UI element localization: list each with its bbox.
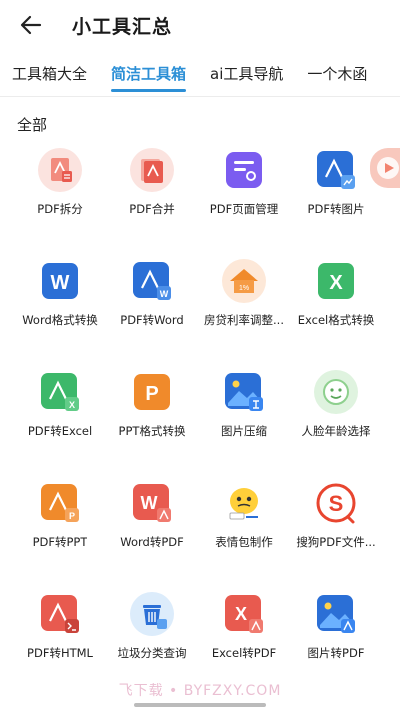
svg-text:W: W [160,289,169,299]
tab-divider [0,96,400,97]
ppt-icon: P [130,370,174,414]
pdf-split-icon [38,148,82,192]
tool-label: 搜狗PDF文件... [296,535,376,549]
tool-label: PDF转PPT [32,535,88,549]
tab-muhan[interactable]: 一个木函 [295,50,379,96]
watermark: 飞下载 • BYFZXY.COM [118,683,282,699]
tool-pdf-to-ppt[interactable]: P PDF转PPT [14,471,106,582]
tool-label: Word格式转换 [22,313,98,327]
tool-label: 表情包制作 [215,535,273,549]
svg-text:X: X [235,604,247,624]
tool-label: Word转PDF [120,535,184,549]
tool-grid: PDF拆分 PDF合并 PDF页面管理 PDF转图片 W Word格式转换 W … [14,138,400,693]
tool-label: PDF转Word [120,313,184,327]
tool-image-compress[interactable]: 图片压缩 [198,360,290,471]
arrow-left-icon [20,15,42,35]
tool-pdf-merge[interactable]: PDF合并 [106,138,198,249]
house-rate-icon: 1% [222,259,266,303]
svg-text:W: W [141,493,158,513]
svg-text:X: X [329,272,343,294]
tool-word-convert[interactable]: W Word格式转换 [14,249,106,360]
tool-image-to-pdf[interactable]: 图片转PDF [290,582,382,693]
svg-text:P: P [69,511,75,521]
image-to-pdf-icon [314,592,358,636]
tool-label: PDF转图片 [307,202,365,216]
svg-text:S: S [329,491,344,516]
tab-ai-tools[interactable]: ai工具导航 [198,50,295,96]
page-title: 小工具汇总 [72,15,173,38]
app-bar: 小工具汇总 [0,0,400,50]
face-age-icon [314,370,358,414]
svg-text:P: P [145,383,158,405]
tool-ppt-convert[interactable]: P PPT格式转换 [106,360,198,471]
pdf-page-manage-icon [222,148,266,192]
tool-label: 垃圾分类查询 [117,646,187,660]
tool-label: PDF转HTML [27,646,93,660]
word-to-pdf-icon: W [130,481,174,525]
tool-pdf-page-manage[interactable]: PDF页面管理 [198,138,290,249]
tool-trash-sort[interactable]: 垃圾分类查询 [106,582,198,693]
excel-to-pdf-icon: X [222,592,266,636]
floating-video-button[interactable] [370,148,400,188]
tool-label: 房贷利率调整... [204,313,284,327]
pdf-to-image-icon [314,148,358,192]
tool-pdf-to-word[interactable]: W PDF转Word [106,249,198,360]
tool-word-to-pdf[interactable]: W Word转PDF [106,471,198,582]
tool-face-age[interactable]: 人脸年龄选择 [290,360,382,471]
tool-label: Excel格式转换 [297,313,375,327]
image-compress-icon [222,370,266,414]
emoji-maker-icon [222,481,266,525]
back-button[interactable] [16,10,46,40]
tool-excel-convert[interactable]: X Excel格式转换 [290,249,382,360]
pdf-merge-icon [130,148,174,192]
tool-excel-to-pdf[interactable]: X Excel转PDF [198,582,290,693]
tool-pdf-to-excel[interactable]: X PDF转Excel [14,360,106,471]
tool-pdf-to-image[interactable]: PDF转图片 [290,138,382,249]
tool-house-rate[interactable]: 1% 房贷利率调整... [198,249,290,360]
svg-text:1%: 1% [239,285,249,292]
sogou-pdf-icon: S [314,481,358,525]
trash-sort-icon [130,592,174,636]
svg-text:X: X [69,400,75,410]
tool-emoji-maker[interactable]: 表情包制作 [198,471,290,582]
tool-label: PDF合并 [129,202,175,216]
video-play-icon [377,157,399,179]
tool-sogou-pdf[interactable]: S 搜狗PDF文件... [290,471,382,582]
svg-text:W: W [51,272,70,294]
tool-label: 人脸年龄选择 [301,424,371,438]
tool-pdf-to-html[interactable]: PDF转HTML [14,582,106,693]
tool-label: PDF拆分 [37,202,83,216]
tool-label: 图片压缩 [221,424,267,438]
pdf-to-html-icon [38,592,82,636]
pdf-to-word-icon: W [130,259,174,303]
word-icon: W [38,259,82,303]
excel-icon: X [314,259,358,303]
tool-label: PDF转Excel [27,424,93,438]
tool-label: PDF页面管理 [209,202,279,216]
tab-simple-toolbox[interactable]: 简洁工具箱 [99,50,198,96]
tool-label: PPT格式转换 [118,424,186,438]
home-indicator [134,703,266,707]
pdf-to-ppt-icon: P [38,481,82,525]
tool-label: Excel转PDF [211,646,277,660]
tool-pdf-split[interactable]: PDF拆分 [14,138,106,249]
tab-bar: 工具箱大全 简洁工具箱 ai工具导航 一个木函 [0,50,400,96]
tool-label: 图片转PDF [307,646,365,660]
tab-toolbox-all[interactable]: 工具箱大全 [0,50,99,96]
section-title: 全部 [17,116,48,134]
pdf-to-excel-icon: X [38,370,82,414]
